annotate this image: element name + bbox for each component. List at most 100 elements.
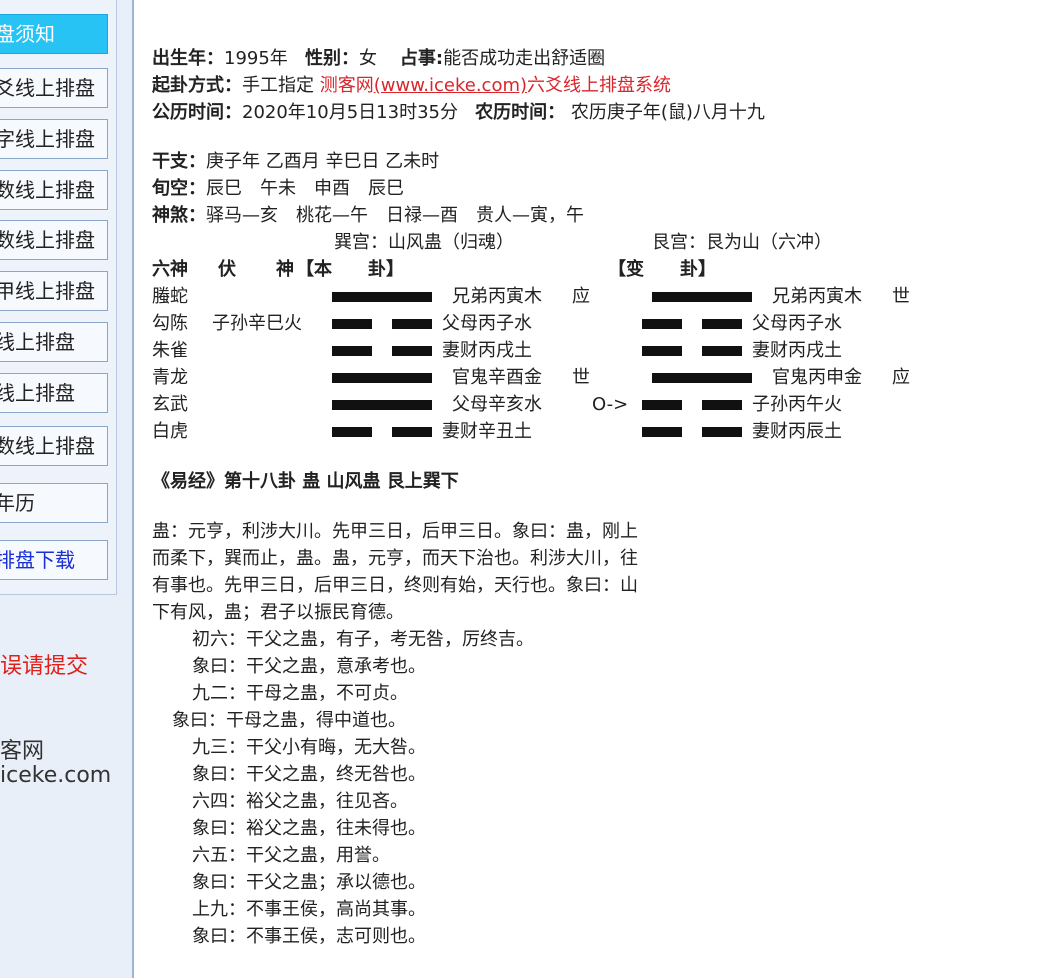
site-name-link[interactable]: 测客网 (320, 75, 374, 96)
birth-info-line: 出生年：1995年 性别：女 占事:能否成功走出舒适圈 (152, 47, 605, 71)
birth-year-value: 1995年 (224, 48, 288, 69)
changed-line-label: 官鬼丙申金 (772, 367, 862, 388)
changed-gua-yang-line (652, 373, 752, 383)
hexagram-line-row: 螣蛇 兄弟丙寅木 应 兄弟丙寅木 世 (152, 285, 1042, 312)
yao-6: 上九：不事王侯，高尚其事。 (192, 899, 426, 920)
liushen-label: 朱雀 (152, 340, 188, 361)
sidebar-item-download[interactable]: 排盘下载 (0, 540, 108, 580)
sidebar-item-guide[interactable]: 盘须知 (0, 14, 108, 54)
shensha-value: 驿马—亥 桃花—午 日禄—酉 贵人—寅，午 (206, 205, 584, 226)
main-gua-yin-line (332, 427, 432, 437)
shensha-label: 神煞： (152, 205, 206, 226)
main-gua-yang-line (332, 373, 432, 383)
col-fu: 伏 (218, 259, 236, 280)
text-p4: 下有风，蛊；君子以振民育德。 (152, 602, 404, 623)
sidebar-item-label: 盘须知 (0, 22, 55, 46)
birth-year-label: 出生年： (152, 48, 224, 69)
main-line-label: 妻财丙戌土 (442, 340, 532, 361)
method-value: 手工指定 (242, 75, 314, 96)
text-p1: 蛊：元亨，利涉大川。先甲三日，后甲三日。象曰：蛊，刚上 (152, 521, 638, 542)
text-p3: 有事也。先甲三日，后甲三日，终则有始，天行也。象曰：山 (152, 575, 638, 596)
liushen-label: 青龙 (152, 367, 188, 388)
sidebar-item-tieban[interactable]: 数线上排盘 (0, 426, 108, 466)
text-p2: 而柔下，巽而止，蛊。蛊，元亨，而天下治也。利涉大川，往 (152, 548, 638, 569)
method-label: 起卦方式： (152, 75, 242, 96)
sidebar-item-bazi[interactable]: 字线上排盘 (0, 119, 108, 159)
changed-gua-yin-line (642, 319, 742, 329)
yao-5: 六五：干父之蛊，用誉。 (192, 845, 390, 866)
sidebar-item-liuren[interactable]: 线上排盘 (0, 322, 108, 362)
ganzhi-label: 干支： (152, 151, 206, 172)
hexagram-table-header: 六神 伏 神 【本 卦】 【变 卦】 (152, 258, 1042, 285)
changed-line-marker: 世 (892, 286, 910, 307)
hexagram-line-row: 玄武 父母辛亥水 O-> 子孙丙午火 (152, 393, 1042, 420)
sidebar: 盘须知 爻线上排盘 字线上排盘 数线上排盘 数线上排盘 甲线上排盘 线上排盘 线… (0, 0, 134, 978)
sidebar-item-label: 数线上排盘 (0, 178, 95, 202)
changed-gua-yang-line (652, 292, 752, 302)
liushen-label: 勾陈 (152, 313, 188, 334)
palace-main: 巽宫：山风蛊（归魂） (334, 232, 514, 253)
lunar-value: 农历庚子年(鼠)八月十九 (570, 102, 765, 123)
hidden-god: 子孙辛巳火 (212, 313, 302, 334)
main-line-marker: 应 (572, 286, 590, 307)
main-line-label: 父母丙子水 (442, 313, 532, 334)
main-gua-yang-line (332, 292, 432, 302)
sidebar-item-label: 数线上排盘 (0, 228, 95, 252)
liushen-label: 螣蛇 (152, 286, 188, 307)
xunkong-value: 辰巳 午未 申酉 辰巳 (206, 178, 404, 199)
question-value: 能否成功走出舒适圈 (443, 48, 606, 69)
yao-2-xiang: 象曰：干母之蛊，得中道也。 (172, 710, 406, 731)
col-main-gua: 【本 卦】 (296, 259, 404, 280)
sidebar-item-qimen[interactable]: 甲线上排盘 (0, 271, 108, 311)
palace-changed: 艮宫：艮为山（六冲） (652, 232, 832, 253)
xunkong-line: 旬空：辰巳 午未 申酉 辰巳 (152, 177, 404, 201)
sidebar-item-label: 线上排盘 (0, 381, 75, 405)
yao-1-xiang: 象曰：干父之蛊，意承考也。 (192, 656, 426, 677)
question-label: 占事: (399, 48, 444, 69)
yao-3: 九三：干父小有晦，无大咎。 (192, 737, 426, 758)
changed-line-label: 妻财丙辰土 (752, 421, 842, 442)
changed-line-label: 子孙丙午火 (752, 394, 842, 415)
sidebar-item-calendar[interactable]: 年历 (0, 483, 108, 523)
hexagram-line-row: 白虎 妻财辛丑土 妻财丙辰土 (152, 420, 1042, 447)
sidebar-item-meihua[interactable]: 数线上排盘 (0, 220, 108, 260)
sidebar-item-liuyao[interactable]: 爻线上排盘 (0, 68, 108, 108)
brand-url: iceke.com (0, 763, 112, 788)
yao-5-xiang: 象曰：干父之蛊；承以德也。 (192, 872, 426, 893)
shensha-line: 神煞：驿马—亥 桃花—午 日禄—酉 贵人—寅，午 (152, 204, 584, 228)
main-line-label: 父母辛亥水 (452, 394, 542, 415)
method-line: 起卦方式：手工指定 测客网(www.iceke.com)六爻线上排盘系统 (152, 74, 671, 98)
sidebar-item-taiyi[interactable]: 线上排盘 (0, 373, 108, 413)
yao-6-xiang: 象曰：不事王侯，志可则也。 (192, 926, 426, 947)
main-line-marker: 世 (572, 367, 590, 388)
hexagram-line-row: 朱雀 妻财丙戌土 妻财丙戌土 (152, 339, 1042, 366)
yao-2: 九二：干母之蛊，不可贞。 (192, 683, 408, 704)
sidebar-item-label: 数线上排盘 (0, 434, 95, 458)
liushen-label: 玄武 (152, 394, 188, 415)
changed-gua-yin-line (642, 400, 742, 410)
changed-line-label: 父母丙子水 (752, 313, 842, 334)
changed-gua-yin-line (642, 346, 742, 356)
main-line-label: 妻财辛丑土 (442, 421, 532, 442)
solar-value: 2020年10月5日13时35分 (242, 102, 458, 123)
changed-gua-yin-line (642, 427, 742, 437)
sidebar-item-ziwei[interactable]: 数线上排盘 (0, 170, 108, 210)
main-line-label: 兄弟丙寅木 (452, 286, 542, 307)
site-suffix: 六爻线上排盘系统 (527, 75, 672, 96)
gender-value: 女 (358, 48, 377, 69)
sidebar-item-label: 年历 (0, 491, 35, 515)
ganzhi-value: 庚子年 乙酉月 辛巳日 乙未时 (206, 151, 440, 172)
hexagram-line-row: 勾陈 子孙辛巳火 父母丙子水 父母丙子水 (152, 312, 1042, 339)
sidebar-nav: 盘须知 爻线上排盘 字线上排盘 数线上排盘 数线上排盘 甲线上排盘 线上排盘 线… (0, 0, 117, 595)
site-url-link[interactable]: (www.iceke.com) (374, 75, 527, 96)
sidebar-item-label: 甲线上排盘 (0, 279, 95, 303)
col-shen: 神 (276, 259, 294, 280)
gender-label: 性别： (304, 48, 359, 69)
sidebar-item-label: 排盘下载 (0, 548, 75, 572)
main-gua-yang-line (332, 400, 432, 410)
solar-label: 公历时间： (152, 102, 242, 123)
feedback-link[interactable]: 误请提交 (0, 648, 88, 680)
lunar-label: 农历时间： (475, 102, 566, 123)
yao-4-xiang: 象曰：裕父之蛊，往未得也。 (192, 818, 426, 839)
main-content: 出生年：1995年 性别：女 占事:能否成功走出舒适圈 起卦方式：手工指定 测客… (152, 0, 1042, 978)
